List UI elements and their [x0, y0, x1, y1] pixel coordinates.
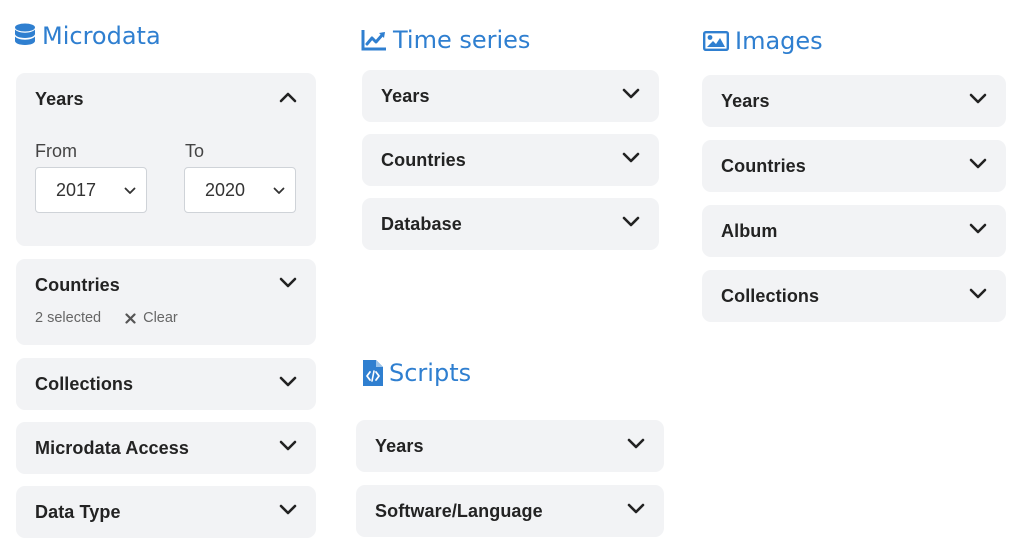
chevron-down-icon [969, 223, 987, 234]
images-heading: Images [703, 29, 823, 53]
facet-label: Database [381, 213, 462, 234]
chevron-down-icon [627, 438, 645, 449]
facet-label: Years [35, 88, 84, 109]
time-series-heading: Time series [361, 28, 530, 52]
selected-count: 2 selected [35, 310, 102, 326]
scripts-years-facet[interactable]: Years [356, 420, 664, 472]
images-album-toggle[interactable]: Album [702, 205, 1006, 257]
time-series-years-toggle[interactable]: Years [362, 70, 659, 122]
time-series-title: Time series [393, 26, 531, 54]
scripts-heading: Scripts [363, 360, 471, 386]
scripts-years-toggle[interactable]: Years [356, 420, 664, 472]
facet-label: Countries [721, 155, 806, 176]
scripts-software-facet[interactable]: Software/Language [356, 485, 664, 537]
image-icon [703, 31, 729, 51]
scripts-title: Scripts [389, 359, 472, 387]
time-series-countries-facet[interactable]: Countries [362, 134, 659, 186]
facet-label: Collections [35, 373, 134, 394]
microdata-collections-facet[interactable]: Collections [16, 358, 316, 410]
chevron-down-icon [279, 440, 297, 451]
microdata-access-facet[interactable]: Microdata Access [16, 422, 316, 474]
countries-selection-row: 2 selected Clear [35, 310, 178, 326]
chevron-down-icon [627, 503, 645, 514]
facet-label: Album [721, 220, 778, 241]
time-series-years-facet[interactable]: Years [362, 70, 659, 122]
images-title: Images [735, 27, 823, 55]
chevron-up-icon [279, 92, 297, 103]
facet-label: Years [381, 85, 430, 106]
chevron-down-icon [969, 288, 987, 299]
year-to-select[interactable]: 2020 [184, 167, 296, 213]
chevron-down-icon [622, 216, 640, 227]
microdata-countries-toggle[interactable]: Countries [16, 259, 316, 311]
chevron-down-icon [279, 376, 297, 387]
microdata-data-type-facet[interactable]: Data Type [16, 486, 316, 538]
line-chart-icon [361, 30, 386, 51]
chevron-down-icon [124, 187, 136, 194]
microdata-collections-toggle[interactable]: Collections [16, 358, 316, 410]
clear-button[interactable]: Clear [125, 310, 178, 326]
chevron-down-icon [273, 187, 285, 194]
images-collections-facet[interactable]: Collections [702, 270, 1006, 322]
year-from-select[interactable]: 2017 [35, 167, 147, 213]
facet-label: Software/Language [375, 500, 543, 521]
chevron-down-icon [969, 158, 987, 169]
from-label: From [35, 141, 77, 161]
chevron-down-icon [622, 88, 640, 99]
microdata-access-toggle[interactable]: Microdata Access [16, 422, 316, 474]
microdata-data-type-toggle[interactable]: Data Type [16, 486, 316, 538]
images-countries-facet[interactable]: Countries [702, 140, 1006, 192]
chevron-down-icon [622, 152, 640, 163]
to-label: To [185, 141, 205, 161]
facet-label: Countries [381, 149, 466, 170]
facet-label: Collections [721, 285, 820, 306]
chevron-down-icon [969, 93, 987, 104]
facet-label: Microdata Access [35, 437, 190, 458]
microdata-heading: Microdata [14, 23, 161, 49]
images-collections-toggle[interactable]: Collections [702, 270, 1006, 322]
chevron-down-icon [279, 504, 297, 515]
time-series-database-toggle[interactable]: Database [362, 198, 659, 250]
facet-label: Years [375, 435, 424, 456]
facet-label: Years [721, 90, 770, 111]
scripts-software-toggle[interactable]: Software/Language [356, 485, 664, 537]
images-years-toggle[interactable]: Years [702, 75, 1006, 127]
images-album-facet[interactable]: Album [702, 205, 1006, 257]
facet-label: Data Type [35, 501, 121, 522]
microdata-countries-facet: Countries 2 selected Clear [16, 259, 316, 345]
chevron-down-icon [279, 277, 297, 288]
facet-label: Countries [35, 274, 120, 295]
close-icon [125, 312, 136, 324]
database-icon [15, 23, 35, 45]
time-series-database-facet[interactable]: Database [362, 198, 659, 250]
images-years-facet[interactable]: Years [702, 75, 1006, 127]
microdata-years-toggle[interactable]: Years [16, 73, 316, 125]
time-series-countries-toggle[interactable]: Countries [362, 134, 659, 186]
year-from-value: 2017 [56, 179, 97, 200]
microdata-years-facet: Years From To 2017 2020 [16, 73, 316, 246]
clear-label: Clear [143, 310, 178, 326]
microdata-title: Microdata [42, 22, 161, 50]
year-to-value: 2020 [205, 179, 246, 200]
images-countries-toggle[interactable]: Countries [702, 140, 1006, 192]
code-file-icon [363, 360, 383, 386]
